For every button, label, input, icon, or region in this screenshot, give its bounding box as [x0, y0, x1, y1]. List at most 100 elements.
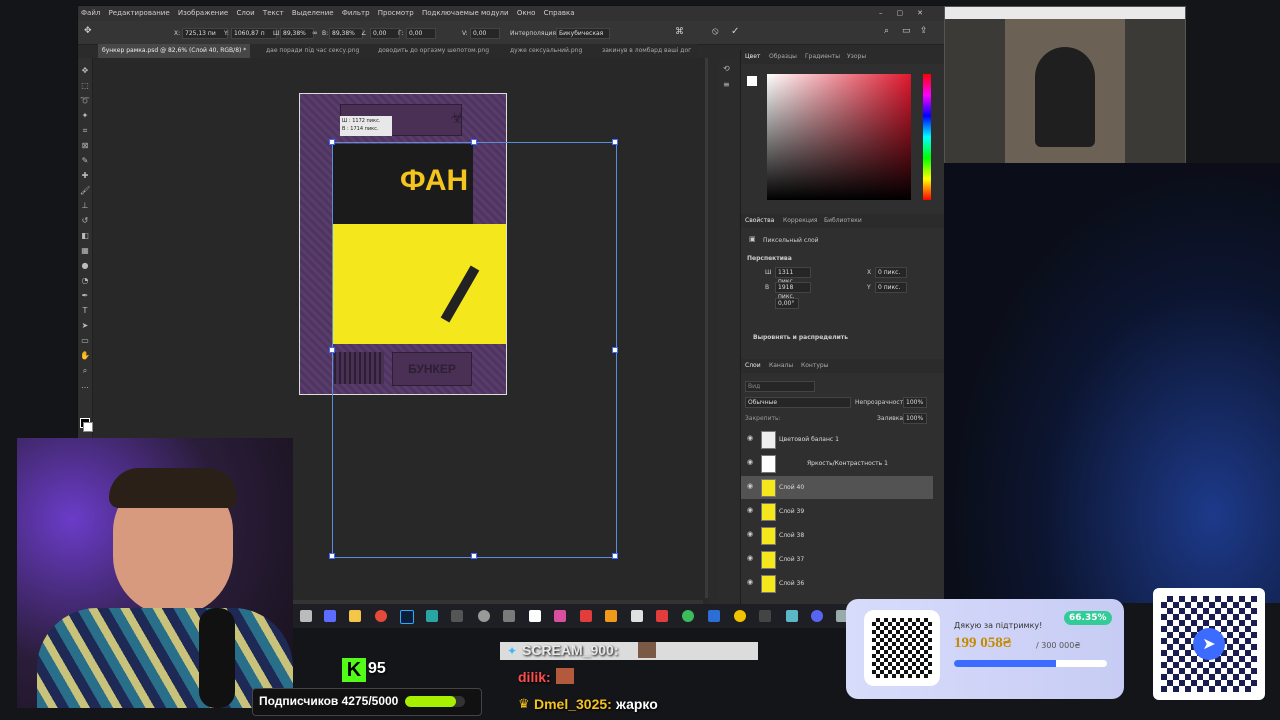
w-field[interactable]: 89,38%	[280, 28, 314, 39]
menu-item-filter[interactable]: Фильтр	[339, 6, 373, 17]
eyedropper-icon[interactable]: ✎	[80, 156, 90, 166]
video-player[interactable]	[944, 6, 1186, 165]
cancel-transform-icon[interactable]: ⦸	[712, 26, 719, 37]
tab-properties[interactable]: Свойства	[745, 217, 774, 224]
app-icon-3[interactable]	[478, 610, 490, 622]
h-field[interactable]: 89,38%	[329, 28, 363, 39]
tab-doc-5[interactable]: закинув в ломбард вашi дог	[598, 44, 695, 58]
background-color-swatch[interactable]	[83, 422, 93, 432]
opacity-field[interactable]: 100%	[903, 397, 927, 408]
frame-icon[interactable]: ⊠	[80, 141, 90, 151]
hskew-field[interactable]: 0,00	[406, 28, 436, 39]
app-icon-1[interactable]	[426, 610, 438, 622]
lasso-icon[interactable]: ➰	[80, 96, 90, 106]
eye-icon[interactable]: ◉	[747, 482, 756, 491]
shape-icon[interactable]: ▭	[80, 336, 90, 346]
warp-icon[interactable]: ⌘	[675, 27, 684, 37]
app-icon-13[interactable]	[759, 610, 771, 622]
angle-field[interactable]: 0,00	[370, 28, 400, 39]
tab-patterns[interactable]: Узоры	[847, 53, 866, 60]
app-icon-6[interactable]	[554, 610, 566, 622]
healing-icon[interactable]: ✚	[80, 171, 90, 181]
layer-row[interactable]: ◉ Слой 38	[741, 524, 933, 547]
vlc-icon[interactable]	[605, 610, 617, 622]
app-icon-8[interactable]	[631, 610, 643, 622]
window-controls[interactable]: –▢✕	[876, 6, 940, 17]
stamp-icon[interactable]: ⊥	[80, 201, 90, 211]
app-icon-5[interactable]	[529, 610, 541, 622]
tab-color[interactable]: Цвет	[745, 53, 760, 60]
menu-item-plugins[interactable]: Подключаемые модули	[419, 6, 512, 17]
tab-gradients[interactable]: Градиенты	[805, 53, 840, 60]
transform-handle-r[interactable]	[612, 347, 618, 353]
layer-row[interactable]: ◉ Слой 37	[741, 548, 933, 571]
app-icon-2[interactable]	[451, 610, 463, 622]
align-section[interactable]: Выровнять и распределить	[753, 334, 848, 341]
tab-doc-2[interactable]: дае поради пiд час сексу.png	[262, 44, 363, 58]
discord-icon[interactable]	[811, 610, 823, 622]
zoom-icon[interactable]: ⌕	[80, 366, 90, 376]
tab-doc-4[interactable]: дуже сексуальний.png	[506, 44, 586, 58]
foreground-swatch[interactable]	[747, 76, 757, 86]
explorer-icon[interactable]	[349, 610, 361, 622]
layer-row[interactable]: ◉ Цветовой баланс 1	[741, 428, 933, 451]
transform-handle-br[interactable]	[612, 553, 618, 559]
app-icon-4[interactable]	[503, 610, 515, 622]
eye-icon[interactable]: ◉	[747, 458, 756, 467]
vskew-field[interactable]: 0,00	[470, 28, 500, 39]
menu-item-edit[interactable]: Редактирование	[106, 6, 173, 17]
menu-item-text[interactable]: Текст	[260, 6, 287, 17]
chrome-icon[interactable]	[375, 610, 387, 622]
tab-libraries[interactable]: Библиотеки	[824, 217, 862, 224]
menu-item-layers[interactable]: Слои	[233, 6, 257, 17]
widgets-icon[interactable]	[324, 610, 336, 622]
fill-field[interactable]: 100%	[903, 413, 927, 424]
tab-bunker-frame[interactable]: бункер рамка.psd @ 82,6% (Слой 40, RGB/8…	[98, 44, 251, 58]
layer-search-input[interactable]: Вид	[745, 381, 815, 392]
app-icon-12[interactable]	[734, 610, 746, 622]
menu-item-help[interactable]: Справка	[541, 6, 578, 17]
layer-row[interactable]: ◉ Слой 36	[741, 572, 933, 595]
history-panel-icon[interactable]: ⟲	[723, 64, 730, 73]
properties-panel-icon[interactable]: ≡	[723, 80, 730, 89]
move-tool-icon[interactable]: ✥	[84, 26, 92, 36]
brush-icon[interactable]: 🖌	[80, 186, 90, 196]
hand-icon[interactable]: ✋	[80, 351, 90, 361]
eye-icon[interactable]: ◉	[747, 530, 756, 539]
eye-icon[interactable]: ◉	[747, 434, 756, 443]
donation-qr-code[interactable]	[864, 610, 940, 686]
color-picker-field[interactable]	[767, 74, 911, 200]
vertical-scrollbar[interactable]	[705, 58, 708, 598]
layer-row-selected[interactable]: ◉ Слой 40	[741, 476, 933, 499]
eraser-icon[interactable]: ◧	[80, 231, 90, 241]
transform-handle-tl[interactable]	[329, 139, 335, 145]
menu-item-file[interactable]: Файл	[78, 6, 103, 17]
crop-icon[interactable]: ⌗	[80, 126, 90, 136]
path-select-icon[interactable]: ➤	[80, 321, 90, 331]
type-icon[interactable]: T	[80, 306, 90, 316]
task-view-icon[interactable]	[300, 610, 312, 622]
link-icon[interactable]: ∞	[312, 29, 318, 37]
tab-adjustments[interactable]: Коррекция	[783, 217, 817, 224]
menu-item-image[interactable]: Изображение	[175, 6, 231, 17]
app-icon-11[interactable]	[708, 610, 720, 622]
telegram-qr-code[interactable]: ➤	[1153, 588, 1265, 700]
transform-handle-l[interactable]	[329, 347, 335, 353]
marquee-icon[interactable]: ⬚	[80, 81, 90, 91]
more-tools-icon[interactable]: …	[80, 381, 90, 391]
menu-item-window[interactable]: Окно	[514, 6, 539, 17]
tab-paths[interactable]: Контуры	[801, 362, 828, 369]
layer-row[interactable]: ◉ Слой 39	[741, 500, 933, 523]
blur-icon[interactable]: ●	[80, 261, 90, 271]
transform-bounding-box[interactable]	[332, 142, 617, 558]
app-icon-14[interactable]	[786, 610, 798, 622]
search-icon[interactable]: ⌕	[884, 26, 889, 36]
tab-swatches[interactable]: Образцы	[769, 53, 797, 60]
pen-icon[interactable]: ✒	[80, 291, 90, 301]
app-icon-9[interactable]	[656, 610, 668, 622]
tab-layers[interactable]: Слои	[745, 362, 761, 369]
eye-icon[interactable]: ◉	[747, 578, 756, 587]
eye-icon[interactable]: ◉	[747, 506, 756, 515]
tab-doc-3[interactable]: доводить до оргазму шепотом.png	[374, 44, 493, 58]
prop-w-field[interactable]: 1311 пикс.	[775, 267, 811, 285]
